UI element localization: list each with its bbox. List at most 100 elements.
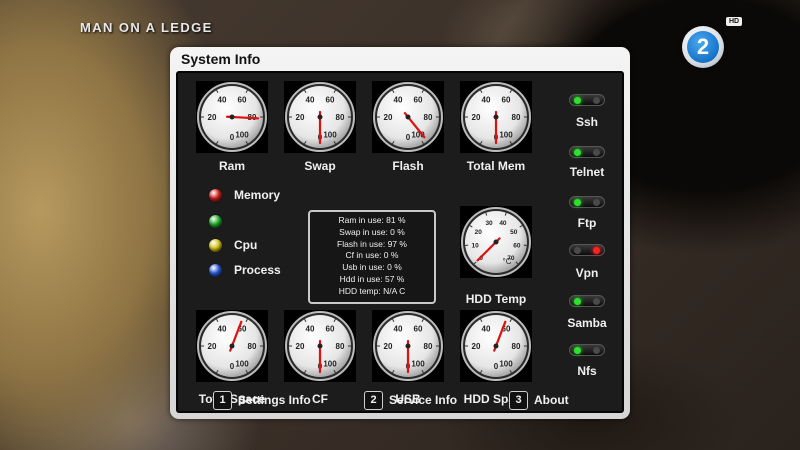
gauge-tick-label: 20 (472, 342, 481, 351)
gauge-tick-label: 80 (512, 342, 521, 351)
nfs-status-led (569, 344, 605, 356)
program-title: MAN ON A LEDGE (80, 20, 213, 35)
about-button[interactable]: About (534, 393, 569, 407)
gauge-tick-label: 60 (513, 242, 521, 249)
vpn-status-led (569, 244, 605, 256)
gauge-tick-label: 40 (218, 325, 227, 334)
telnet-led-left (574, 149, 581, 156)
usb-usage-text: Usb in use: 0 % (342, 262, 402, 273)
gauge-tick-label: 20 (208, 113, 217, 122)
gauge-tick-label: 60 (238, 96, 247, 105)
gauge-tick-label: 0 (406, 133, 411, 142)
gauge-tick-label: 40 (394, 96, 403, 105)
samba-status-led (569, 295, 605, 307)
settings-info-button[interactable]: Settings Info (238, 393, 311, 407)
process-legend-label: Process (234, 263, 281, 277)
gauge-tick-label: 80 (424, 113, 433, 122)
gauge-tick-label: 60 (414, 96, 423, 105)
samba-led-right (593, 298, 600, 305)
gauge-unit: °C (503, 257, 512, 266)
gauge-tick-label: 40 (306, 96, 315, 105)
vpn-led-left (574, 247, 581, 254)
gauge-tick-label: 50 (510, 229, 518, 236)
ftp-service-label: Ftp (577, 216, 597, 230)
gauge-tick-label: 60 (414, 325, 423, 334)
hdd-temp-gauge: 010203040506070°C (460, 206, 532, 278)
gauge-hub (317, 114, 323, 120)
gauge-tick-label: 60 (502, 96, 511, 105)
system-info-window: System Info 204060801000 Ram 20406080100… (170, 47, 630, 419)
channel-logo-number: 2 (687, 31, 719, 63)
nfs-led-left (574, 347, 581, 354)
gauge-tick-label: 10 (472, 242, 480, 249)
gauge-tick-label: 80 (424, 342, 433, 351)
gauge-tick-label: 100 (411, 359, 425, 368)
ftp-led-left (574, 199, 581, 206)
total-space-gauge: 20 40 60 80 100 0 (196, 310, 268, 382)
settings-info-key[interactable]: 1 (213, 391, 232, 410)
flash-gauge-label: Flash (392, 159, 424, 173)
total-mem-gauge-label: Total Mem (466, 159, 526, 173)
gauge-tick-label: 0 (230, 133, 235, 142)
service-info-button[interactable]: Service Info (389, 393, 457, 407)
memory-legend-label: Memory (234, 188, 281, 202)
cf-usage-text: Cf in use: 0 % (345, 250, 399, 261)
gauge-tick-label: 0 (494, 362, 499, 371)
gauge-hub (493, 343, 499, 349)
memory-legend-dot (209, 189, 222, 202)
gauge-hub (317, 343, 323, 349)
usage-info-box: Ram in use: 81 % Swap in use: 0 % Flash … (308, 210, 436, 304)
gauge-tick-label: 40 (482, 325, 491, 334)
ssh-service-label: Ssh (575, 115, 598, 129)
service-info-key[interactable]: 2 (364, 391, 383, 410)
gauge-tick-label: 80 (336, 113, 345, 122)
gauge-tick-label: 20 (296, 113, 305, 122)
flash-usage-text: Flash in use: 97 % (337, 238, 407, 249)
gauge-hub (229, 343, 235, 349)
gauge-hub (405, 343, 411, 349)
telnet-led-right (593, 149, 600, 156)
channel-logo: 2 (682, 26, 724, 68)
cf-gauge: 204060801000 (284, 310, 356, 382)
nfs-led-right (593, 347, 600, 354)
ftp-led-right (593, 199, 600, 206)
gauge-hub (493, 239, 499, 245)
gauge-tick-label: 40 (499, 220, 507, 227)
flash-gauge: 20 40 60 80 100 0 (372, 81, 444, 153)
telnet-status-led (569, 146, 605, 158)
ftp-status-led (569, 196, 605, 208)
vpn-service-label: Vpn (575, 266, 599, 280)
gauge-tick-label: 100 (235, 130, 249, 139)
gauge-tick-label: 100 (499, 359, 513, 368)
gauge-tick-label: 20 (384, 113, 393, 122)
gauge-tick-label: 0 (230, 362, 235, 371)
swap-gauge-label: Swap (304, 159, 336, 173)
about-key[interactable]: 3 (509, 391, 528, 410)
gauge-tick-label: 80 (248, 342, 257, 351)
gauge-tick-label: 100 (323, 359, 337, 368)
samba-service-label: Samba (567, 316, 607, 330)
ssh-led-right (593, 97, 600, 104)
gauge-tick-label: 40 (482, 96, 491, 105)
nfs-service-label: Nfs (577, 364, 597, 378)
system-info-body: 204060801000 Ram 204060801000 Swap 20406… (176, 71, 624, 413)
gauge-tick-label: 40 (394, 325, 403, 334)
hd-badge: HD (726, 17, 743, 26)
gauge-hub (229, 114, 235, 120)
window-title: System Info (181, 51, 261, 67)
gauge-tick-label: 40 (218, 96, 227, 105)
gauge-tick-label: 100 (323, 130, 337, 139)
cpu-legend-label: Cpu (234, 238, 258, 252)
gauge-tick-label: 60 (326, 325, 335, 334)
ssh-led-left (574, 97, 581, 104)
gauge-tick-label: 100 (499, 130, 513, 139)
gauge-tick-label: 80 (336, 342, 345, 351)
gauge-tick-label: 20 (296, 342, 305, 351)
swap-usage-text: Swap in use: 0 % (339, 226, 405, 237)
process-legend-dot (209, 264, 222, 277)
ram-usage-text: Ram in use: 81 % (338, 215, 406, 225)
telnet-service-label: Telnet (569, 165, 605, 179)
cpu-legend-dot (209, 239, 222, 252)
gauge-tick-label: 20 (384, 342, 393, 351)
total-mem-gauge: 204060801000 (460, 81, 532, 153)
